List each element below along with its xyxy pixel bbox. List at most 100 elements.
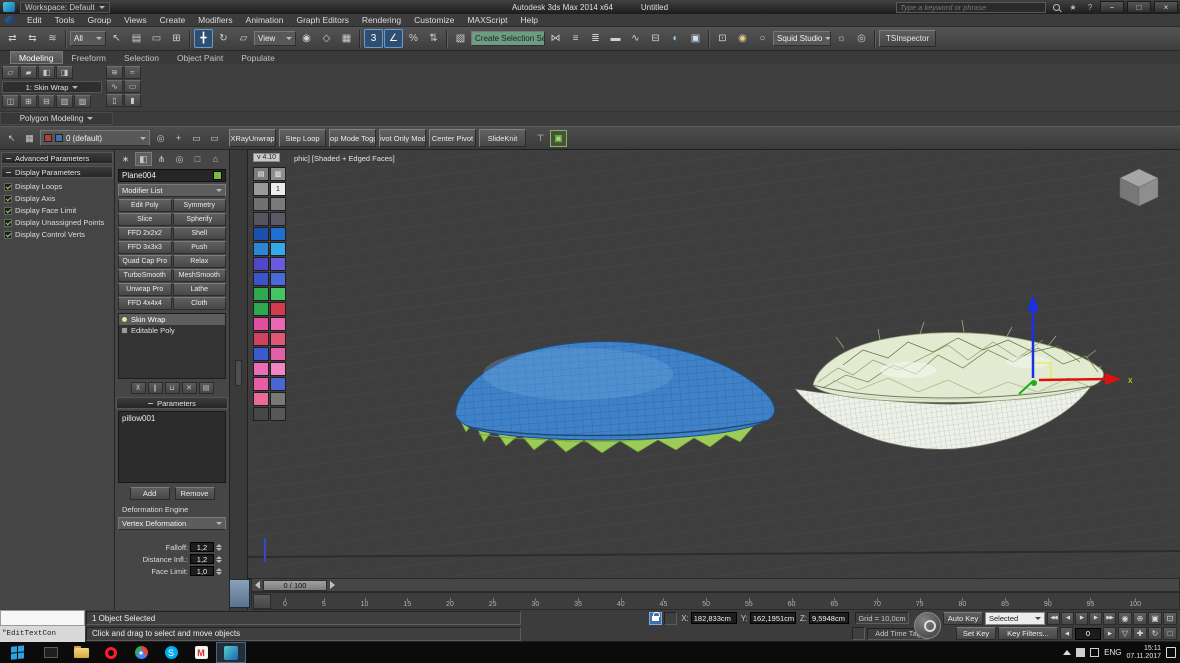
lighting-analysis-icon[interactable]: ☼ (832, 29, 851, 48)
plugin-icon[interactable] (253, 182, 269, 196)
checkbox-display-face-limit[interactable]: Display Face Limit (0, 203, 114, 215)
checkbox-display-unassigned-points[interactable]: Display Unassigned Points (0, 215, 114, 227)
plugin-icon[interactable] (253, 347, 269, 361)
modifier-button[interactable]: Push (173, 241, 227, 254)
spinner-arrows-icon[interactable] (216, 556, 222, 563)
absolute-mode-icon[interactable] (664, 612, 677, 625)
plugin-icon[interactable] (253, 212, 269, 226)
taskbar-clock[interactable]: 15:11 07.11.2017 (1126, 645, 1161, 661)
object-color-swatch[interactable] (213, 171, 222, 180)
modeling-tool-icon[interactable]: ∿ (106, 80, 123, 93)
plugin-icon[interactable] (270, 377, 286, 391)
search-icon[interactable] (1049, 2, 1063, 13)
plugin-icon[interactable] (270, 317, 286, 331)
plugin-icon[interactable] (253, 257, 269, 271)
macro-button[interactable]: Center Pivot (429, 129, 476, 147)
taskbar-app-icon[interactable] (36, 642, 66, 663)
selection-filter-dropdown[interactable]: All (70, 31, 106, 46)
reference-coordinate-dropdown[interactable]: View (254, 31, 296, 46)
menu-item[interactable]: Group (82, 14, 118, 27)
spinner-arrows-icon[interactable] (216, 544, 222, 551)
macro-button[interactable]: Step Loop (279, 129, 326, 147)
go-to-start-button[interactable]: ◀◀ (1047, 612, 1060, 625)
maximize-viewport-icon[interactable]: □ (1163, 627, 1177, 640)
menu-item[interactable]: Create (154, 14, 192, 27)
motion-tab-icon[interactable]: ◎ (171, 152, 188, 166)
chrome-button[interactable] (126, 642, 156, 663)
select-and-link-icon[interactable]: ⇄ (3, 29, 22, 48)
plugin-icon[interactable] (253, 407, 269, 421)
notification-icon[interactable] (1166, 647, 1176, 658)
unlink-selection-icon[interactable]: ⇆ (23, 29, 42, 48)
show-end-result-icon[interactable]: ∥ (148, 382, 163, 394)
soft-selection-icon[interactable]: ◎ (152, 130, 169, 147)
plugin-icon[interactable] (253, 227, 269, 241)
viewport-canvas[interactable]: x (248, 150, 1180, 578)
time-slider[interactable]: 0 / 100 (251, 578, 1180, 592)
modifier-button[interactable]: Shell (173, 227, 227, 240)
pan-view-icon[interactable]: ✚ (1133, 627, 1147, 640)
skype-button[interactable]: S (156, 642, 186, 663)
close-button[interactable]: × (1154, 1, 1178, 13)
previous-frame-button[interactable]: ◀ (1060, 627, 1073, 640)
maxscript-listener-line[interactable] (0, 610, 85, 626)
spinner-arrows-icon[interactable] (216, 568, 222, 575)
modeling-tool-icon[interactable]: ◫ (2, 95, 19, 108)
tray-status-icon[interactable] (1076, 648, 1085, 657)
maximize-button[interactable]: □ (1127, 1, 1151, 13)
modeling-tool-icon[interactable]: ≈ (124, 66, 141, 79)
opera-button[interactable] (96, 642, 126, 663)
falloff-spinner[interactable]: Falloff:1,2 (115, 540, 229, 552)
plugin-icon[interactable] (270, 212, 286, 226)
modeling-tool-icon[interactable]: ▥ (56, 95, 73, 108)
named-selection-set-combo[interactable]: Create Selection Set (471, 31, 545, 46)
plugin-icon[interactable] (253, 332, 269, 346)
create-tab-icon[interactable]: ∗ (117, 152, 134, 166)
use-pivot-point-center-icon[interactable]: ◉ (297, 29, 316, 48)
distance-influence-spinner[interactable]: Distance Infl.:1,2 (115, 552, 229, 564)
spinner-value[interactable]: 1,2 (190, 542, 214, 552)
previous-frame-icon[interactable] (255, 581, 260, 589)
splitter-handle[interactable] (235, 360, 242, 386)
modeling-tool-icon[interactable]: ◨ (56, 66, 73, 79)
orbit-icon[interactable]: ↻ (1148, 627, 1162, 640)
modifier-button[interactable]: Spherify (173, 213, 227, 226)
menu-item[interactable]: Customize (408, 14, 460, 27)
pin-working-pivot-icon[interactable]: ⊤ (532, 130, 549, 147)
selection-cursor-icon[interactable]: ↖ (3, 130, 20, 147)
time-tag-icon[interactable] (852, 627, 865, 640)
target-object-list[interactable]: pillow001 (118, 411, 226, 483)
ribbon-tab[interactable]: Selection (115, 51, 168, 64)
hierarchy-tab-icon[interactable]: ⋔ (153, 152, 170, 166)
checkbox-display-loops[interactable]: Display Loops (0, 179, 114, 191)
modifier-enabled-icon[interactable] (121, 316, 128, 323)
render-iterative-icon[interactable]: ○ (753, 29, 772, 48)
select-by-name-icon[interactable]: ▤ (127, 29, 146, 48)
select-and-rotate-icon[interactable]: ↻ (214, 29, 233, 48)
3dsmax-logo-icon[interactable] (3, 2, 15, 12)
plugin-icon[interactable] (270, 287, 286, 301)
modifier-button[interactable]: TurboSmooth (118, 269, 172, 282)
modeling-tool-icon[interactable]: ▯ (106, 94, 123, 107)
skin-wrap-selector[interactable]: 1: Skin Wrap (2, 81, 102, 93)
spinner-value[interactable]: 1,0 (190, 566, 214, 576)
render-preset-dropdown[interactable]: Squid Studio (773, 31, 831, 46)
tsinspector-button[interactable]: TSInspector (879, 30, 936, 47)
minimize-button[interactable]: − (1100, 1, 1124, 13)
menu-item[interactable]: Modifiers (192, 14, 238, 27)
macro-button[interactable]: Loop Mode Toggle (329, 129, 376, 147)
viewport-shading-label[interactable]: phic] [Shaded + Edged Faces] (294, 154, 395, 163)
modifier-button[interactable]: Edit Poly (118, 199, 172, 212)
next-frame-button[interactable]: ▶ (1103, 627, 1116, 640)
y-coordinate-field[interactable]: 162,1951cm (750, 612, 796, 624)
field-of-view-icon[interactable]: ▽ (1118, 627, 1132, 640)
play-animation-button[interactable]: ▶ (1075, 612, 1088, 625)
go-to-end-button[interactable]: ▶▶ (1103, 612, 1116, 625)
plugin-icon[interactable] (253, 362, 269, 376)
modeling-tool-icon[interactable]: ⊟ (38, 95, 55, 108)
modifier-button[interactable]: FFD 3x3x3 (118, 241, 172, 254)
angle-snap-icon[interactable]: ∠ (384, 29, 403, 48)
modeling-tool-icon[interactable]: ▱ (2, 66, 19, 79)
plugin-icon[interactable] (270, 392, 286, 406)
plugin-icon[interactable] (253, 317, 269, 331)
